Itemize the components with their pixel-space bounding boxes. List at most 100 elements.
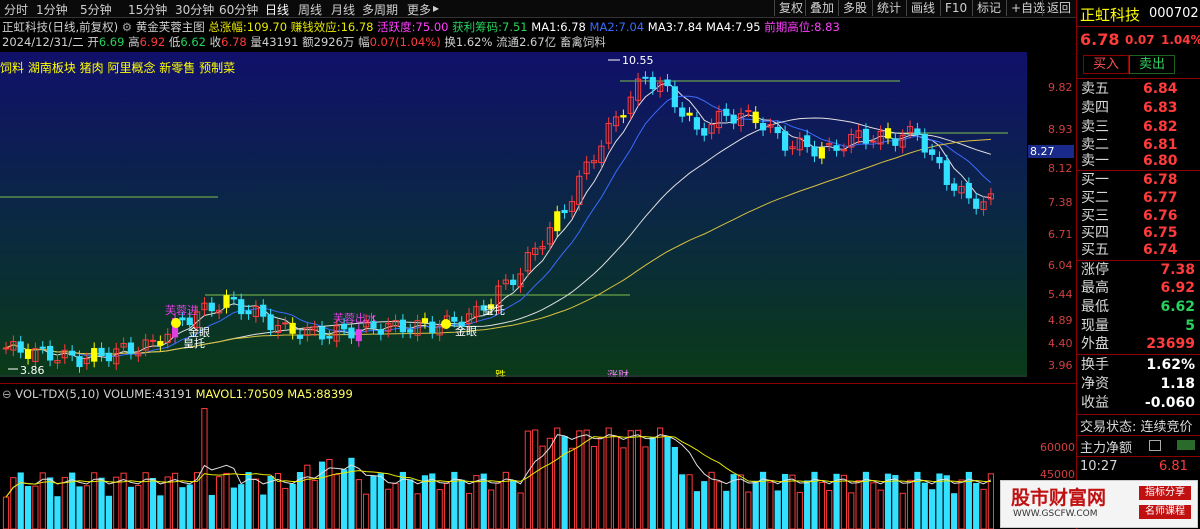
profit-effect-label: 赚钱效应: — [290, 20, 341, 34]
volume-bar — [2, 496, 10, 529]
total-gain-label: 总涨幅: — [208, 20, 247, 34]
tab-monthly[interactable]: 月线 — [331, 1, 355, 18]
volume-bar — [517, 492, 524, 529]
adjust-button[interactable]: 复权 — [774, 0, 807, 16]
axis-tick: 6.71 — [1048, 228, 1073, 241]
volume-bar — [436, 489, 443, 529]
indicator-name[interactable]: 黄金芙蓉主图 — [136, 20, 205, 34]
bid-label: 买二 — [1081, 190, 1109, 206]
volume-bar — [495, 482, 502, 529]
volume-bar — [657, 427, 664, 529]
jinyan-label: 金眼 — [455, 324, 477, 338]
candle-body — [127, 342, 135, 354]
bid-price: 6.74 — [1143, 242, 1178, 258]
bid-row: 买五 6.74 — [1081, 241, 1200, 260]
f10-button[interactable]: F10 — [940, 0, 971, 16]
overlay-button[interactable]: 叠加 — [805, 0, 838, 16]
tab-30min[interactable]: 30分钟 — [175, 1, 214, 18]
axis-tick: 8.93 — [1048, 123, 1073, 136]
stock-code: 000702 — [1149, 6, 1199, 21]
ma1-value: 6.78 — [560, 20, 586, 34]
candle-body — [289, 322, 296, 334]
volume-bar — [767, 481, 774, 529]
tab-daily[interactable]: 日线 — [265, 1, 289, 18]
volume-bar — [510, 480, 517, 529]
tab-15min[interactable]: 15分钟 — [128, 1, 167, 18]
volume-bar — [951, 493, 958, 529]
stat-label: 净资 — [1081, 376, 1109, 392]
stats-button[interactable]: 统计 — [872, 0, 905, 16]
volume-bar — [980, 488, 987, 529]
ma3-value: 7.84 — [676, 20, 703, 34]
low-value: 6.62 — [180, 35, 206, 49]
amount-value: 2926万 — [313, 35, 355, 49]
high-value: 6.92 — [139, 35, 166, 49]
huangtuo-label: 皇托 — [483, 303, 505, 317]
tick-time: 10:27 — [1080, 459, 1118, 474]
volume-bar — [554, 427, 561, 529]
candlestick-chart[interactable]: 10.553.86芙蓉进芙蓉出水皇托皇托金眼 金眼跌 涨财 — [0, 52, 1027, 377]
volume-bar — [737, 474, 745, 529]
volume-bar — [524, 430, 531, 529]
industry-concept: 畜禽饲料 — [559, 35, 606, 49]
volume-bar — [443, 482, 451, 529]
volume-bar — [539, 445, 546, 529]
volume-bar — [782, 473, 789, 529]
concept-tags: 饲料 湖南板块 猪肉 阿里概念 新零售 预制菜 — [0, 61, 236, 75]
gear-icon[interactable]: ⚙ — [122, 20, 132, 34]
jinyan-label: 金眼 — [188, 325, 210, 339]
axis-tick: 6.04 — [1048, 259, 1073, 272]
tab-60min[interactable]: 60分钟 — [219, 1, 258, 18]
tab-5min[interactable]: 5分钟 — [80, 1, 112, 18]
volume-bar — [708, 471, 715, 529]
watermark-tag-indicator: 指标分享 — [1139, 486, 1191, 500]
candle-body — [884, 128, 892, 139]
axis-tick: 7.38 — [1048, 196, 1073, 209]
candle-body — [69, 350, 76, 356]
volume-bar — [76, 486, 83, 529]
candle-body — [91, 348, 98, 362]
float-value: 2.67亿 — [519, 35, 557, 49]
candle-body — [399, 319, 406, 333]
profit-chips-value: 7.51 — [502, 20, 528, 34]
volume-bar — [664, 436, 671, 529]
candle-body — [377, 329, 384, 335]
stat-row: 换手 1.62% — [1081, 356, 1200, 375]
tab-fenshi[interactable]: 分时 — [4, 1, 28, 18]
mark-button[interactable]: 标记 — [972, 0, 1005, 16]
volume-bar — [715, 481, 723, 529]
volume-bar — [870, 482, 877, 529]
stat-value: 6.92 — [1160, 280, 1195, 296]
tab-1min[interactable]: 1分钟 — [36, 1, 68, 18]
volume-bar — [333, 474, 340, 529]
volume-bar — [414, 493, 421, 529]
sell-button[interactable]: 卖出 — [1129, 55, 1175, 74]
buy-button[interactable]: 买入 — [1083, 55, 1129, 74]
back-button[interactable]: 返回 — [1042, 0, 1075, 16]
peak-price-label: 10.55 — [622, 54, 654, 67]
tab-multi-period[interactable]: 多周期 — [362, 1, 398, 18]
chevron-right-icon[interactable]: ▸ — [433, 1, 439, 15]
candle-body — [730, 114, 737, 124]
volume-bar — [149, 477, 157, 529]
volume-bar — [105, 495, 113, 529]
profit-chips-label: 获利筹码: — [452, 20, 503, 34]
candle-body — [745, 110, 752, 113]
volume-bar — [583, 429, 590, 529]
draw-button[interactable]: 画线 — [906, 0, 939, 16]
volume-bar — [385, 488, 392, 529]
volume-bar — [98, 477, 105, 529]
candle-body — [76, 356, 83, 368]
expand-icon[interactable] — [1149, 440, 1161, 451]
bid-label: 买一 — [1081, 172, 1109, 188]
multi-stock-button[interactable]: 多股 — [838, 0, 871, 16]
volume-chart[interactable] — [0, 385, 1027, 529]
activity-value: 75.00 — [415, 20, 449, 34]
candle-body — [223, 295, 230, 308]
tab-more[interactable]: 更多 — [407, 1, 431, 18]
tab-weekly[interactable]: 周线 — [298, 1, 322, 18]
candle-body — [973, 198, 980, 209]
ask-price: 6.83 — [1143, 100, 1178, 116]
volume-bar — [326, 458, 333, 529]
volume-bar — [612, 436, 620, 529]
